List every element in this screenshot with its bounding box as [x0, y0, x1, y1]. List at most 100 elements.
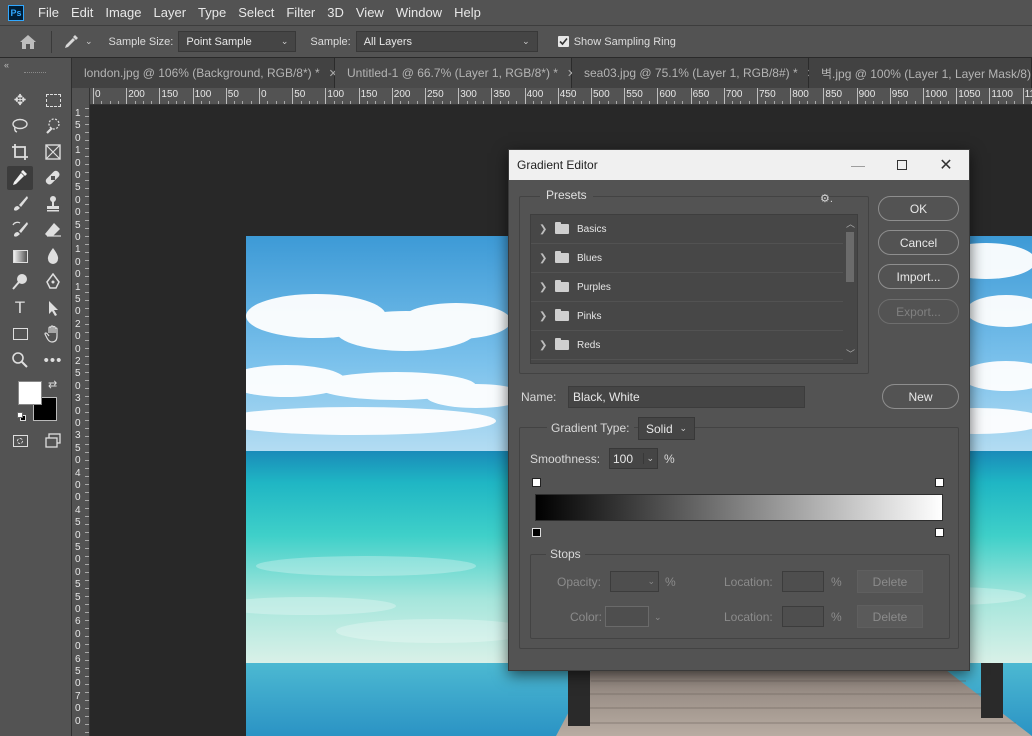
- swap-colors-icon[interactable]: ⇄: [48, 378, 57, 391]
- opacity-delete-button[interactable]: Delete: [857, 570, 923, 593]
- ruler-label: 150: [360, 89, 378, 100]
- healing-brush-tool-icon[interactable]: [40, 166, 66, 190]
- move-tool-icon[interactable]: ✥: [7, 88, 33, 112]
- dodge-tool-icon[interactable]: [7, 270, 33, 294]
- menu-layer[interactable]: Layer: [148, 0, 193, 25]
- tab-wall[interactable]: 벽.jpg @ 100% (Layer 1, Layer Mask/8) *: [809, 58, 1032, 88]
- chevron-right-icon[interactable]: ❯: [539, 282, 549, 293]
- tab-sea03[interactable]: sea03.jpg @ 75.1% (Layer 1, RGB/8#) * ✕: [572, 58, 816, 88]
- marquee-tool-icon[interactable]: [40, 88, 66, 112]
- preset-folder-pinks[interactable]: ❯ Pinks: [531, 302, 857, 331]
- color-stop-left[interactable]: [532, 528, 541, 537]
- eyedropper-tool-preset-icon[interactable]: ⌄: [62, 33, 93, 51]
- quick-mask-icon[interactable]: [7, 429, 33, 453]
- sample-size-select[interactable]: Point Sample ⌄: [178, 31, 297, 52]
- sample-select[interactable]: All Layers ⌄: [355, 31, 538, 52]
- import-button[interactable]: Import...: [878, 264, 959, 289]
- quick-selection-tool-icon[interactable]: [40, 114, 66, 138]
- type-tool-icon[interactable]: T: [7, 296, 33, 320]
- minimize-icon[interactable]: —: [836, 150, 880, 180]
- tab-untitled-1[interactable]: Untitled-1 @ 66.7% (Layer 1, RGB/8*) * ✕: [335, 58, 576, 88]
- gradient-type-select[interactable]: Solid ⌄: [638, 417, 695, 440]
- hand-tool-icon[interactable]: [40, 322, 66, 346]
- scrollbar-thumb[interactable]: [846, 232, 854, 282]
- gradient-tool-icon[interactable]: [7, 244, 33, 268]
- home-icon[interactable]: [15, 29, 41, 55]
- menu-select[interactable]: Select: [232, 0, 280, 25]
- eraser-tool-icon[interactable]: [40, 218, 66, 242]
- opacity-stop-right[interactable]: [935, 478, 944, 487]
- menu-image[interactable]: Image: [99, 0, 147, 25]
- path-selection-tool-icon[interactable]: [40, 296, 66, 320]
- menu-3d[interactable]: 3D: [321, 0, 350, 25]
- lasso-tool-icon[interactable]: [7, 114, 33, 138]
- chevron-down-icon[interactable]: ﹀: [846, 347, 855, 360]
- color-location-input[interactable]: [782, 606, 824, 627]
- menu-help[interactable]: Help: [448, 0, 487, 25]
- ruler-label: 4: [75, 504, 81, 516]
- zoom-tool-icon[interactable]: [7, 348, 33, 372]
- eyedropper-tool-icon[interactable]: [7, 166, 33, 190]
- name-input[interactable]: Black, White: [568, 386, 805, 408]
- menu-type[interactable]: Type: [192, 0, 232, 25]
- color-delete-button[interactable]: Delete: [857, 605, 923, 628]
- screen-mode-icon[interactable]: [40, 429, 66, 453]
- crop-tool-icon[interactable]: [7, 140, 33, 164]
- ruler-tick: [790, 88, 792, 104]
- gear-icon[interactable]: ⚙.: [820, 192, 833, 205]
- dialog-titlebar[interactable]: Gradient Editor — ✕: [509, 150, 969, 180]
- cancel-button[interactable]: Cancel: [878, 230, 959, 255]
- chevron-right-icon[interactable]: ❯: [539, 340, 549, 351]
- chevron-down-icon[interactable]: ⌄: [654, 612, 662, 623]
- ruler-minor-tick: [85, 220, 89, 221]
- gradient-preview-bar[interactable]: [535, 494, 943, 521]
- stop-color-swatch[interactable]: [605, 606, 649, 627]
- smoothness-select[interactable]: 100 ⌄: [609, 448, 658, 469]
- preset-folder-purples[interactable]: ❯ Purples: [531, 273, 857, 302]
- tab-london[interactable]: london.jpg @ 106% (Background, RGB/8*) *…: [72, 58, 338, 88]
- panel-collapse-icon[interactable]: «: [4, 60, 9, 70]
- ruler-minor-tick: [85, 532, 89, 533]
- color-stop-right[interactable]: [935, 528, 944, 537]
- chevron-right-icon[interactable]: ❯: [539, 253, 549, 264]
- opacity-stop-left[interactable]: [532, 478, 541, 487]
- blur-tool-icon[interactable]: [40, 244, 66, 268]
- rectangle-tool-icon[interactable]: [7, 322, 33, 346]
- menu-view[interactable]: View: [350, 0, 390, 25]
- default-colors-icon[interactable]: [17, 412, 27, 422]
- sampling-ring-checkbox[interactable]: [557, 36, 569, 47]
- opacity-input[interactable]: ⌄: [610, 571, 659, 592]
- clone-stamp-tool-icon[interactable]: [40, 192, 66, 216]
- foreground-color-swatch[interactable]: [18, 381, 42, 405]
- chevron-right-icon[interactable]: ❯: [539, 224, 549, 235]
- ruler-label: 1000: [925, 89, 948, 100]
- frame-tool-icon[interactable]: [40, 140, 66, 164]
- chevron-right-icon[interactable]: ❯: [539, 311, 549, 322]
- ruler-label: 400: [526, 89, 544, 100]
- menu-filter[interactable]: Filter: [280, 0, 321, 25]
- pen-tool-icon[interactable]: [40, 270, 66, 294]
- sample-size-value: Point Sample: [186, 35, 252, 48]
- maximize-icon[interactable]: [880, 150, 924, 180]
- menu-window[interactable]: Window: [390, 0, 448, 25]
- preset-scrollbar[interactable]: ︿ ﹀: [843, 215, 857, 363]
- ok-button[interactable]: OK: [878, 196, 959, 221]
- menu-file[interactable]: File: [32, 0, 65, 25]
- preset-folder-basics[interactable]: ❯ Basics: [531, 215, 857, 244]
- preset-list[interactable]: ❯ Basics ❯ Blues ❯ Purples ❯ Pinks ❯ Reds ︿ ﹀: [530, 214, 858, 364]
- chevron-down-icon: ⌄: [679, 423, 687, 433]
- preset-folder-blues[interactable]: ❯ Blues: [531, 244, 857, 273]
- opacity-location-input[interactable]: [782, 571, 824, 592]
- ruler-tick: [657, 88, 659, 104]
- history-brush-tool-icon[interactable]: [7, 218, 33, 242]
- menu-edit[interactable]: Edit: [65, 0, 99, 25]
- close-icon[interactable]: ✕: [924, 150, 968, 180]
- chevron-up-icon[interactable]: ︿: [846, 217, 855, 230]
- export-button[interactable]: Export...: [878, 299, 959, 324]
- ruler-tick: [225, 88, 227, 104]
- new-button[interactable]: New: [882, 384, 959, 409]
- brush-tool-icon[interactable]: [7, 192, 33, 216]
- ruler-minor-tick: [85, 244, 89, 245]
- preset-folder-reds[interactable]: ❯ Reds: [531, 331, 857, 360]
- more-tools-icon[interactable]: •••: [40, 348, 66, 372]
